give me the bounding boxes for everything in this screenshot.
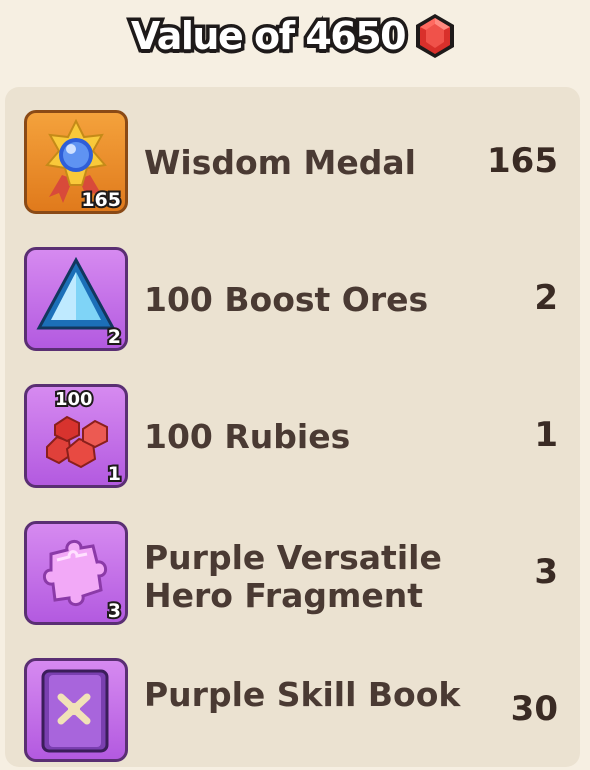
ruby-gem-icon xyxy=(416,14,455,58)
item-badge: 3 xyxy=(106,598,123,622)
list-item[interactable]: 3 Purple Versatile Hero Fragment 3 xyxy=(5,521,580,633)
item-count: 1 xyxy=(534,415,558,455)
skill-book-icon xyxy=(41,669,109,753)
item-badge: 165 xyxy=(79,187,123,211)
item-tile: 165 xyxy=(24,110,128,214)
item-count: 30 xyxy=(510,689,558,729)
item-tile: 3 xyxy=(24,521,128,625)
item-name: 100 Rubies xyxy=(144,417,351,456)
item-name: 100 Boost Ores xyxy=(144,280,429,319)
list-item[interactable]: 165 Wisdom Medal 165 xyxy=(5,110,580,222)
item-badge: 2 xyxy=(106,324,123,348)
item-name: Purple Skill Book xyxy=(144,675,461,714)
page-title: Value of 4650 xyxy=(127,11,410,62)
item-top-badge: 100 xyxy=(53,387,95,412)
header: Value of 4650 xyxy=(0,0,590,80)
list-item[interactable]: Purple Skill Book 30 xyxy=(5,658,580,770)
item-tile xyxy=(24,658,128,762)
list-item[interactable]: 2 100 Boost Ores 2 xyxy=(5,247,580,359)
list-item[interactable]: 100 1 100 Rubies 1 xyxy=(5,384,580,496)
item-count: 3 xyxy=(534,552,558,592)
item-badge: 1 xyxy=(106,461,123,485)
item-count: 2 xyxy=(534,278,558,318)
item-name: Purple Versatile Hero Fragment xyxy=(144,538,442,615)
item-tile: 100 1 xyxy=(24,384,128,488)
item-name: Wisdom Medal xyxy=(144,143,416,182)
reward-list: 165 Wisdom Medal 165 2 100 Boost Ores 2 … xyxy=(5,87,580,767)
item-tile: 2 xyxy=(24,247,128,351)
item-count: 165 xyxy=(487,141,558,181)
